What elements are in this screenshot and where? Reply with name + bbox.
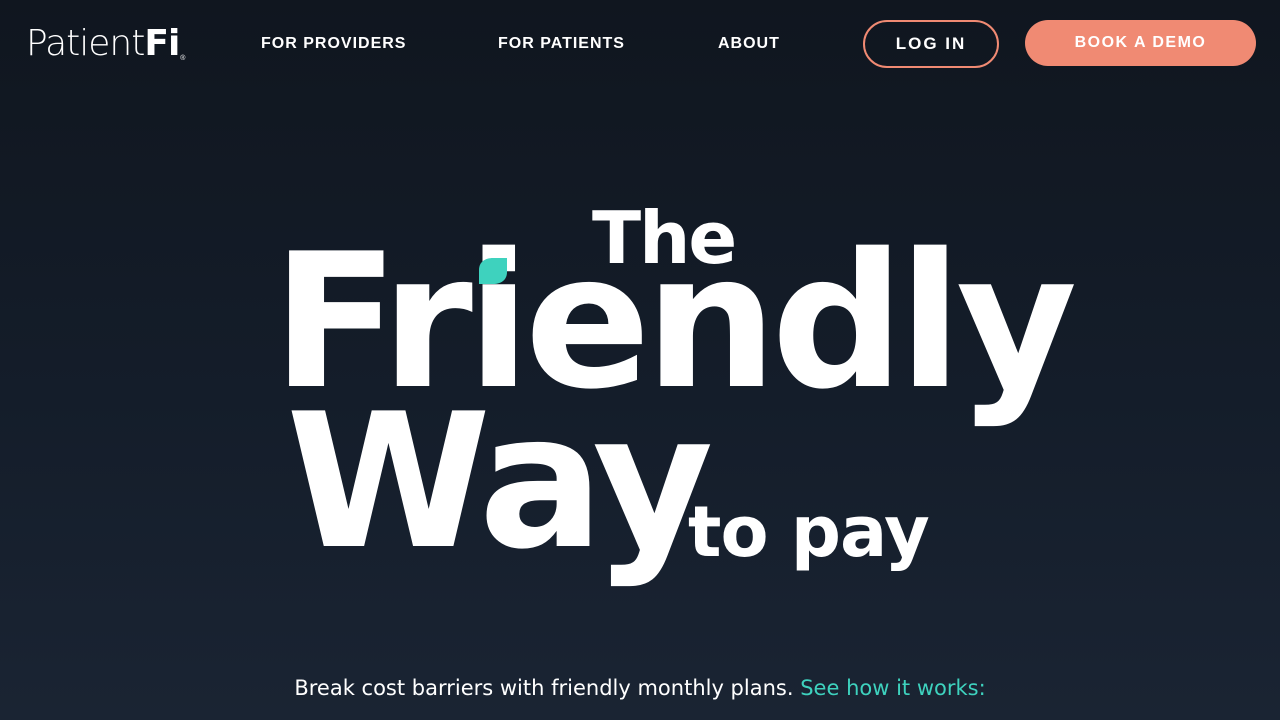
login-button[interactable]: LOG IN [863, 20, 999, 68]
site-header: Patient Fi ® FOR PROVIDERS FOR PATIENTS … [0, 0, 1280, 88]
see-how-it-works-link[interactable]: See how it works: [800, 676, 985, 700]
hero-word-to-pay: to pay [688, 491, 930, 573]
nav-about[interactable]: ABOUT [718, 34, 780, 54]
logo-text-patient: Patient [26, 23, 145, 64]
tagline-text: Break cost barriers with friendly monthl… [294, 676, 794, 700]
patientfi-logo[interactable]: Patient Fi ® [26, 22, 185, 66]
logo-registered-mark: ® [180, 55, 186, 62]
book-demo-button[interactable]: BOOK A DEMO [1025, 20, 1256, 66]
hero-word-way: Way [286, 373, 714, 590]
hero-tagline: Break cost barriers with friendly monthl… [0, 673, 1280, 703]
logo-text-fi: Fi [144, 23, 180, 64]
leaf-icon [479, 258, 507, 284]
nav-for-patients[interactable]: FOR PATIENTS [498, 34, 625, 54]
nav-for-providers[interactable]: FOR PROVIDERS [261, 34, 406, 54]
